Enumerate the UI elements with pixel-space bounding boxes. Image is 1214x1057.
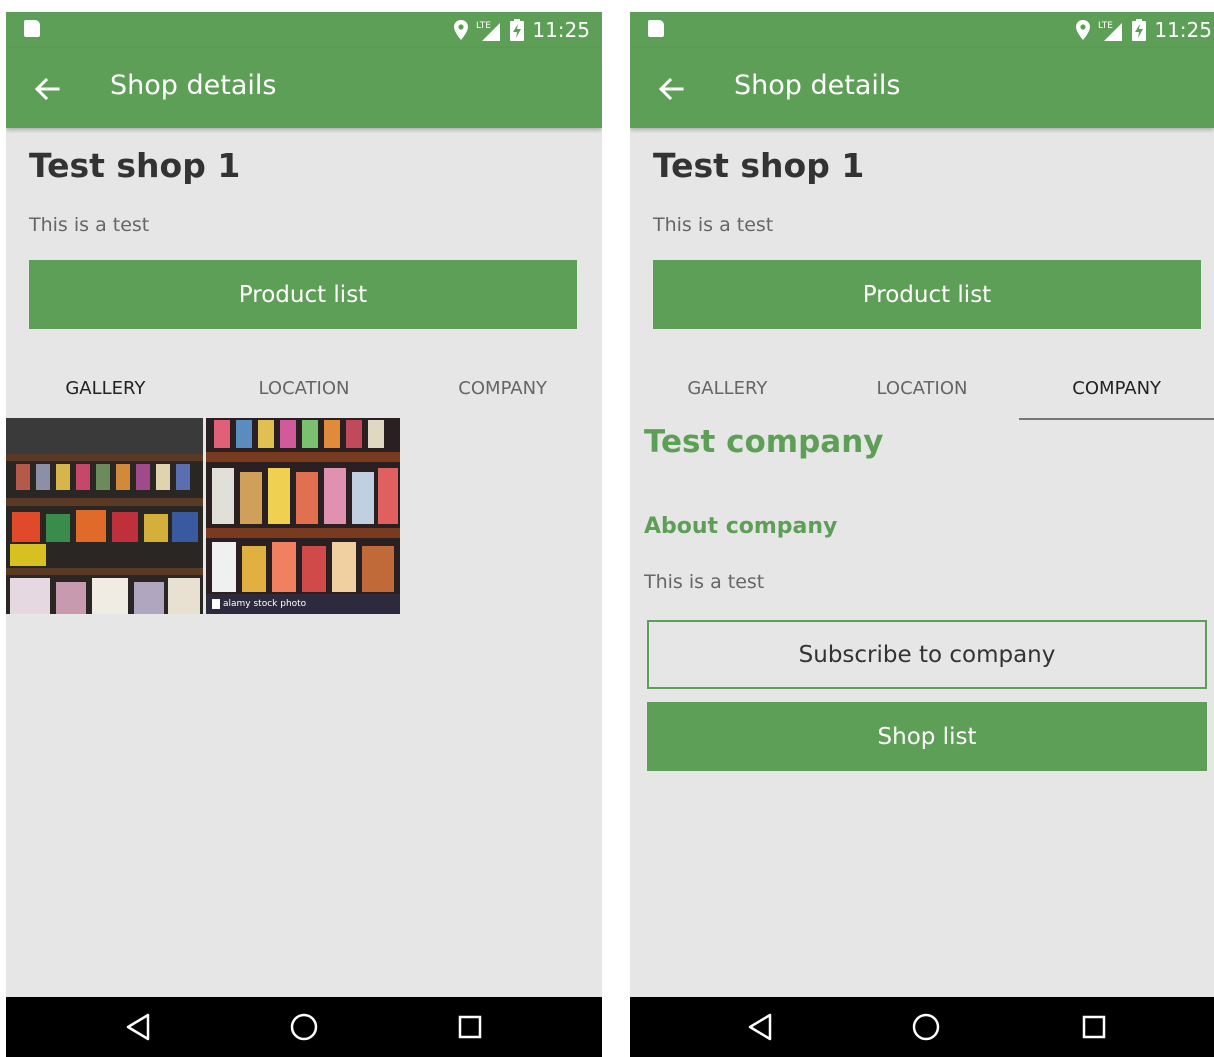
gallery-photo-candy-shelves[interactable] bbox=[6, 418, 203, 614]
about-company-heading: About company bbox=[644, 514, 838, 539]
about-company-text: This is a test bbox=[644, 571, 765, 593]
home-circle-icon[interactable] bbox=[288, 1011, 320, 1043]
lte-signal-icon: LTE bbox=[476, 21, 501, 41]
tab-selected-indicator bbox=[1019, 418, 1214, 420]
navigation-bar bbox=[6, 997, 602, 1057]
phone-screen-gallery: LTE 11:25 Shop details Test shop 1 This … bbox=[6, 12, 602, 1057]
product-list-button[interactable]: Product list bbox=[653, 260, 1201, 329]
shop-description: This is a test bbox=[29, 214, 150, 236]
svg-text:LTE: LTE bbox=[1098, 21, 1113, 31]
subscribe-to-company-button[interactable]: Subscribe to company bbox=[647, 620, 1207, 689]
tab-bar: GALLERY LOCATION COMPANY bbox=[6, 356, 602, 420]
app-bar-title: Shop details bbox=[110, 70, 277, 101]
company-name: Test company bbox=[644, 424, 884, 460]
lte-signal-icon: LTE bbox=[1098, 21, 1123, 41]
status-icons: LTE 11:25 bbox=[1076, 17, 1212, 43]
phone-screen-company: LTE 11:25 Shop details Test shop 1 This … bbox=[630, 12, 1214, 1057]
status-icons: LTE 11:25 bbox=[454, 17, 590, 43]
shop-description: This is a test bbox=[653, 214, 774, 236]
status-time: 11:25 bbox=[532, 18, 590, 42]
product-list-button[interactable]: Product list bbox=[29, 260, 577, 329]
gallery-photo-candy-jars[interactable]: alamy stock photo bbox=[206, 418, 400, 614]
status-bar: LTE 11:25 bbox=[6, 12, 602, 48]
sd-card-icon bbox=[648, 20, 664, 37]
tab-bar: GALLERY LOCATION COMPANY bbox=[630, 356, 1214, 420]
shop-list-button[interactable]: Shop list bbox=[647, 702, 1207, 771]
app-bar: Shop details bbox=[6, 48, 602, 128]
svg-text:LTE: LTE bbox=[476, 21, 491, 31]
shop-name: Test shop 1 bbox=[29, 146, 241, 185]
location-pin-icon bbox=[454, 20, 469, 40]
location-pin-icon bbox=[1076, 20, 1091, 40]
watermark-text: alamy stock photo bbox=[223, 599, 307, 609]
status-bar: LTE 11:25 bbox=[630, 12, 1214, 48]
back-triangle-icon[interactable] bbox=[744, 1011, 776, 1043]
navigation-bar bbox=[630, 997, 1214, 1057]
tab-gallery[interactable]: GALLERY bbox=[6, 356, 205, 420]
back-triangle-icon[interactable] bbox=[122, 1011, 154, 1043]
battery-charging-icon bbox=[1132, 19, 1147, 41]
recents-square-icon[interactable] bbox=[454, 1011, 486, 1043]
tab-gallery[interactable]: GALLERY bbox=[630, 356, 825, 420]
tab-location[interactable]: LOCATION bbox=[825, 356, 1020, 420]
sd-card-icon bbox=[24, 20, 40, 37]
app-bar-title: Shop details bbox=[734, 70, 901, 101]
photo-watermark: alamy stock photo bbox=[212, 599, 306, 609]
tab-company[interactable]: COMPANY bbox=[1019, 356, 1214, 420]
back-arrow-icon[interactable] bbox=[30, 72, 64, 106]
tab-location[interactable]: LOCATION bbox=[205, 356, 404, 420]
tab-company-label: COMPANY bbox=[1072, 377, 1162, 399]
status-time: 11:25 bbox=[1154, 18, 1212, 42]
back-arrow-icon[interactable] bbox=[654, 72, 688, 106]
battery-charging-icon bbox=[510, 19, 525, 41]
recents-square-icon[interactable] bbox=[1078, 1011, 1110, 1043]
home-circle-icon[interactable] bbox=[910, 1011, 942, 1043]
shop-name: Test shop 1 bbox=[653, 146, 865, 185]
watermark-logo-icon bbox=[212, 599, 220, 609]
app-bar: Shop details bbox=[630, 48, 1214, 128]
tab-company[interactable]: COMPANY bbox=[403, 356, 602, 420]
